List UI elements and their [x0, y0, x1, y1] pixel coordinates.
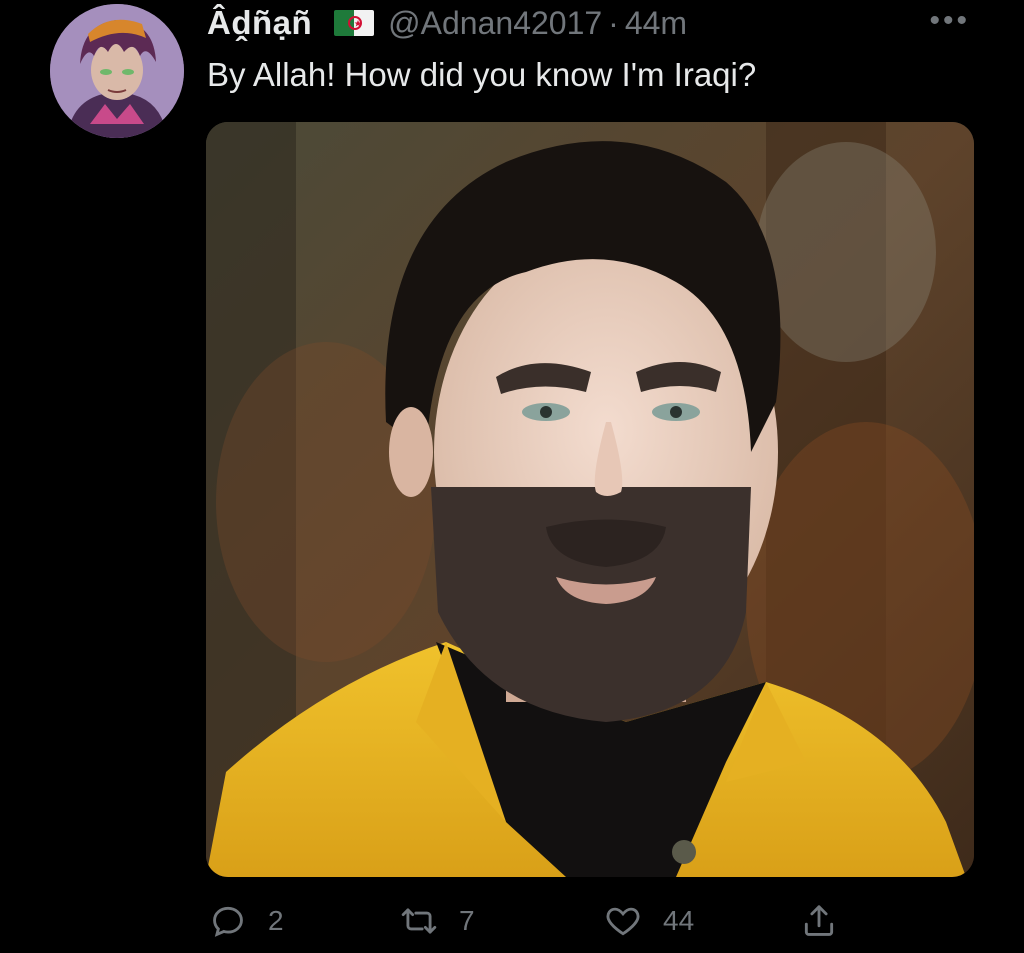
algeria-flag-icon	[334, 10, 375, 36]
more-options-icon[interactable]: •••	[929, 6, 970, 36]
user-avatar[interactable]	[50, 4, 184, 138]
share-button[interactable]	[797, 893, 841, 949]
tweet-text: By Allah! How did you know I'm Iraqi?	[207, 56, 757, 93]
avatar-anime-character-image	[50, 4, 184, 138]
share-icon	[797, 899, 841, 943]
separator-dot: ·	[608, 4, 619, 41]
retweet-button[interactable]: 7	[397, 893, 475, 949]
like-button[interactable]: 44	[601, 893, 694, 949]
retweet-count: 7	[459, 905, 475, 936]
timestamp[interactable]: 44m	[625, 5, 687, 42]
retweet-icon	[397, 899, 441, 943]
tweet-header: Âḓñạñ @Adnan42017 · 44m	[207, 2, 687, 44]
heart-icon	[601, 899, 645, 943]
tweet-media-image[interactable]	[206, 122, 974, 877]
photo-of-man-with-painted-beard	[206, 122, 974, 877]
tweet-action-bar: 2 7 44	[0, 893, 1024, 949]
reply-button[interactable]: 2	[206, 893, 284, 949]
display-name[interactable]: Âḓñạñ	[207, 4, 312, 42]
reply-icon	[206, 899, 250, 943]
like-count: 44	[663, 905, 695, 936]
reply-count: 2	[268, 905, 284, 936]
user-handle[interactable]: @Adnan42017	[388, 5, 602, 42]
